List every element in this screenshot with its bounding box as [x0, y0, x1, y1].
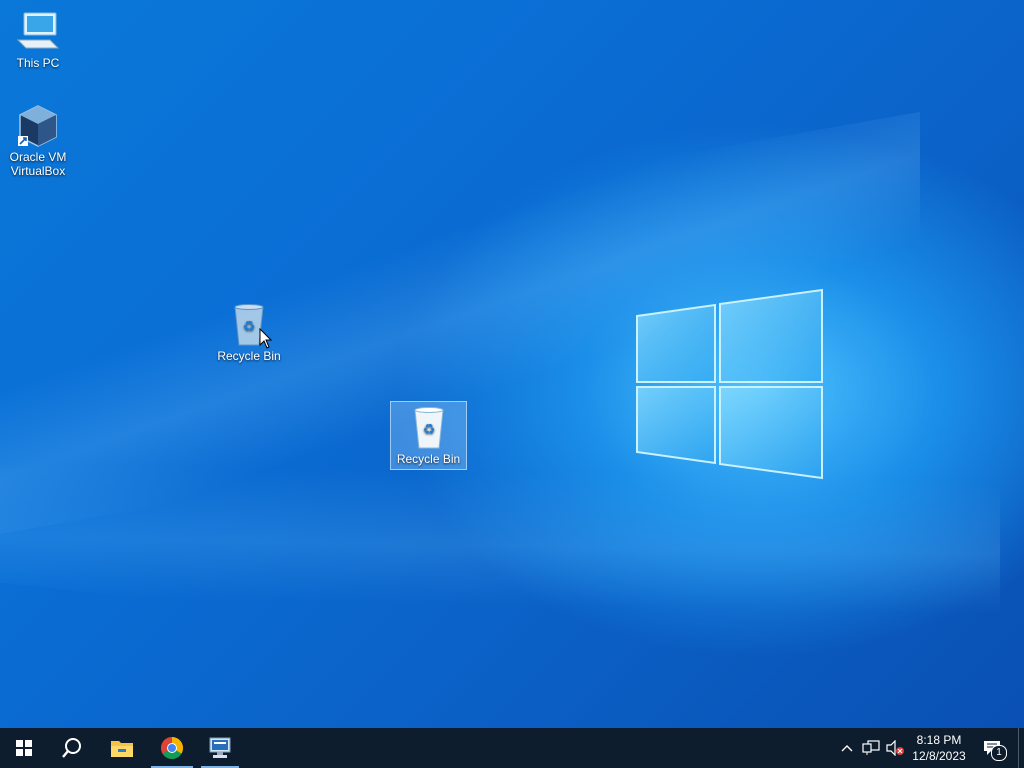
desktop-icon-recycle-bin[interactable]: ♻ Recycle Bin — [211, 303, 287, 363]
windows-logo-wallpaper — [636, 288, 823, 480]
search-button[interactable] — [48, 728, 96, 768]
show-hidden-icons-button[interactable] — [836, 728, 858, 768]
virtualbox-icon — [18, 105, 57, 147]
svg-text:♻: ♻ — [422, 422, 435, 438]
desktop-icon-this-pc[interactable]: This PC — [0, 10, 76, 70]
chrome-icon — [161, 737, 183, 759]
this-pc-icon — [16, 12, 60, 49]
show-desktop-button[interactable] — [1018, 728, 1024, 768]
desktop-icon-label-line2: VirtualBox — [10, 164, 66, 178]
remote-desktop-icon — [209, 737, 231, 758]
clock-date: 12/8/2023 — [912, 749, 966, 763]
desktop-icon-label-line1: Oracle VM — [9, 150, 67, 164]
clock[interactable]: 8:18 PM 12/8/2023 — [900, 732, 978, 764]
desktop-icon-label: Recycle Bin — [396, 452, 461, 466]
light-beam — [0, 372, 1000, 688]
taskbar: 8:18 PM 12/8/2023 — [0, 728, 1024, 768]
file-explorer-icon — [111, 741, 133, 757]
desktop-icon-label: Recycle Bin — [217, 349, 281, 363]
recycle-bin-icon: ♻ — [413, 407, 444, 449]
network-icon — [862, 740, 880, 755]
notification-count-badge: 1 — [991, 745, 1007, 761]
start-icon — [16, 740, 32, 756]
desktop[interactable]: This PC Oracle VM VirtualBox ♻ Recycle B… — [0, 0, 1024, 728]
remote-desktop-button[interactable] — [198, 728, 242, 768]
clock-time: 8:18 PM — [916, 733, 962, 747]
svg-text:♻: ♻ — [243, 319, 256, 335]
search-icon — [62, 738, 81, 758]
network-button[interactable] — [860, 728, 882, 768]
desktop-icon-virtualbox[interactable]: Oracle VM VirtualBox — [0, 104, 76, 178]
mouse-cursor-icon — [259, 328, 273, 349]
desktop-icon-label: This PC — [16, 56, 60, 70]
chevron-up-icon — [841, 745, 853, 752]
chrome-button[interactable] — [148, 728, 196, 768]
desktop-icon-recycle-bin-selected[interactable]: ♻ Recycle Bin — [390, 401, 467, 470]
file-explorer-button[interactable] — [98, 728, 146, 768]
start-button[interactable] — [0, 728, 48, 768]
